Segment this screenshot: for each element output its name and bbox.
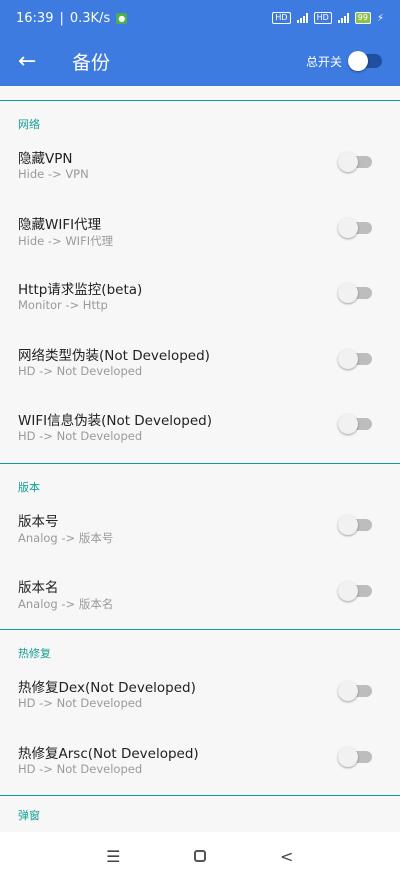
notification-icon: ● xyxy=(116,12,128,24)
setting-label: 版本名 xyxy=(18,579,59,596)
section-title-popup: 弹窗 xyxy=(18,809,40,823)
setting-row[interactable]: Http请求监控(beta) Monitor -> Http xyxy=(0,266,400,332)
home-icon[interactable] xyxy=(180,847,220,866)
setting-switch[interactable] xyxy=(338,283,372,304)
app-toolbar: ← 备份 总开关 xyxy=(0,36,400,86)
status-bar: 16:39 | 0.3K/s ● HD HD 99 ⚡ xyxy=(0,0,400,36)
setting-switch[interactable] xyxy=(338,580,372,601)
setting-row[interactable]: 版本号 Analog -> 版本号 xyxy=(0,498,400,564)
setting-row[interactable]: WIFI信息伪装(Not Developed) HD -> Not Develo… xyxy=(0,397,400,463)
setting-switch[interactable] xyxy=(338,414,372,435)
charging-icon: ⚡ xyxy=(376,12,384,24)
divider xyxy=(0,100,400,101)
status-time: 16:39 xyxy=(16,10,54,26)
hd-icon: HD xyxy=(272,12,291,24)
setting-subtitle: Hide -> VPN xyxy=(18,167,89,181)
setting-subtitle: HD -> Not Developed xyxy=(18,761,143,776)
signal-icon-2 xyxy=(337,13,349,23)
setting-subtitle: HD -> Not Developed xyxy=(18,363,143,378)
setting-row[interactable]: 版本名 Analog -> 版本名 xyxy=(0,564,400,630)
setting-label: 热修复Arsc(Not Developed) xyxy=(18,745,199,762)
page-title: 备份 xyxy=(72,51,111,74)
back-icon[interactable]: < xyxy=(267,847,307,866)
setting-switch[interactable] xyxy=(338,217,372,238)
section-title-network: 网络 xyxy=(18,118,40,131)
setting-row[interactable]: 网络类型伪装(Not Developed) HD -> Not Develope… xyxy=(0,332,400,398)
setting-label: 网络类型伪装(Not Developed) xyxy=(18,347,210,364)
setting-switch[interactable] xyxy=(338,348,372,369)
setting-subtitle: Analog -> 版本号 xyxy=(18,530,114,545)
setting-row[interactable]: 隐藏WIFI代理 Hide -> WIFI代理 xyxy=(0,201,400,267)
master-switch[interactable] xyxy=(348,51,382,71)
section-title-hotfix: 热修复 xyxy=(18,647,51,661)
setting-switch[interactable] xyxy=(338,746,372,767)
master-switch-label: 总开关 xyxy=(305,54,342,69)
setting-label: WIFI信息伪装(Not Developed) xyxy=(18,413,213,430)
hd-icon-2: HD xyxy=(313,12,332,24)
setting-switch[interactable] xyxy=(338,514,372,535)
setting-switch[interactable] xyxy=(338,681,372,702)
setting-label: Http请求监控(beta) xyxy=(18,282,143,299)
setting-row[interactable]: 热修复Dex(Not Developed) HD -> Not Develope… xyxy=(0,664,400,730)
divider xyxy=(0,629,400,631)
setting-switch[interactable] xyxy=(338,152,372,172)
setting-subtitle: Hide -> WIFI代理 xyxy=(18,233,114,248)
setting-label: 版本号 xyxy=(18,513,59,530)
battery-icon: 99 xyxy=(354,12,371,24)
setting-label: 隐藏WIFI代理 xyxy=(18,216,102,233)
setting-row[interactable]: 隐藏VPN Hide -> VPN xyxy=(0,135,400,201)
setting-label: 热修复Dex(Not Developed) xyxy=(18,680,196,697)
menu-icon[interactable]: ☰ xyxy=(93,847,133,866)
settings-list[interactable]: 网络 隐藏VPN Hide -> VPN 隐藏WIFI代理 Hide -> WI… xyxy=(0,86,400,832)
divider xyxy=(0,462,400,464)
setting-subtitle: HD -> Not Developed xyxy=(18,696,143,711)
signal-icon xyxy=(296,13,308,23)
back-arrow-icon[interactable]: ← xyxy=(18,49,46,74)
setting-subtitle: Analog -> 版本名 xyxy=(18,596,114,611)
divider xyxy=(0,795,400,797)
setting-row[interactable]: 热修复Arsc(Not Developed) HD -> Not Develop… xyxy=(0,730,400,796)
setting-subtitle: Monitor -> Http xyxy=(18,298,108,313)
setting-label: 隐藏VPN xyxy=(18,151,73,167)
setting-subtitle: HD -> Not Developed xyxy=(18,429,143,444)
section-title-version: 版本 xyxy=(18,480,40,494)
network-speed: 0.3K/s xyxy=(69,10,111,26)
system-nav-bar: ☰ < xyxy=(0,832,400,880)
